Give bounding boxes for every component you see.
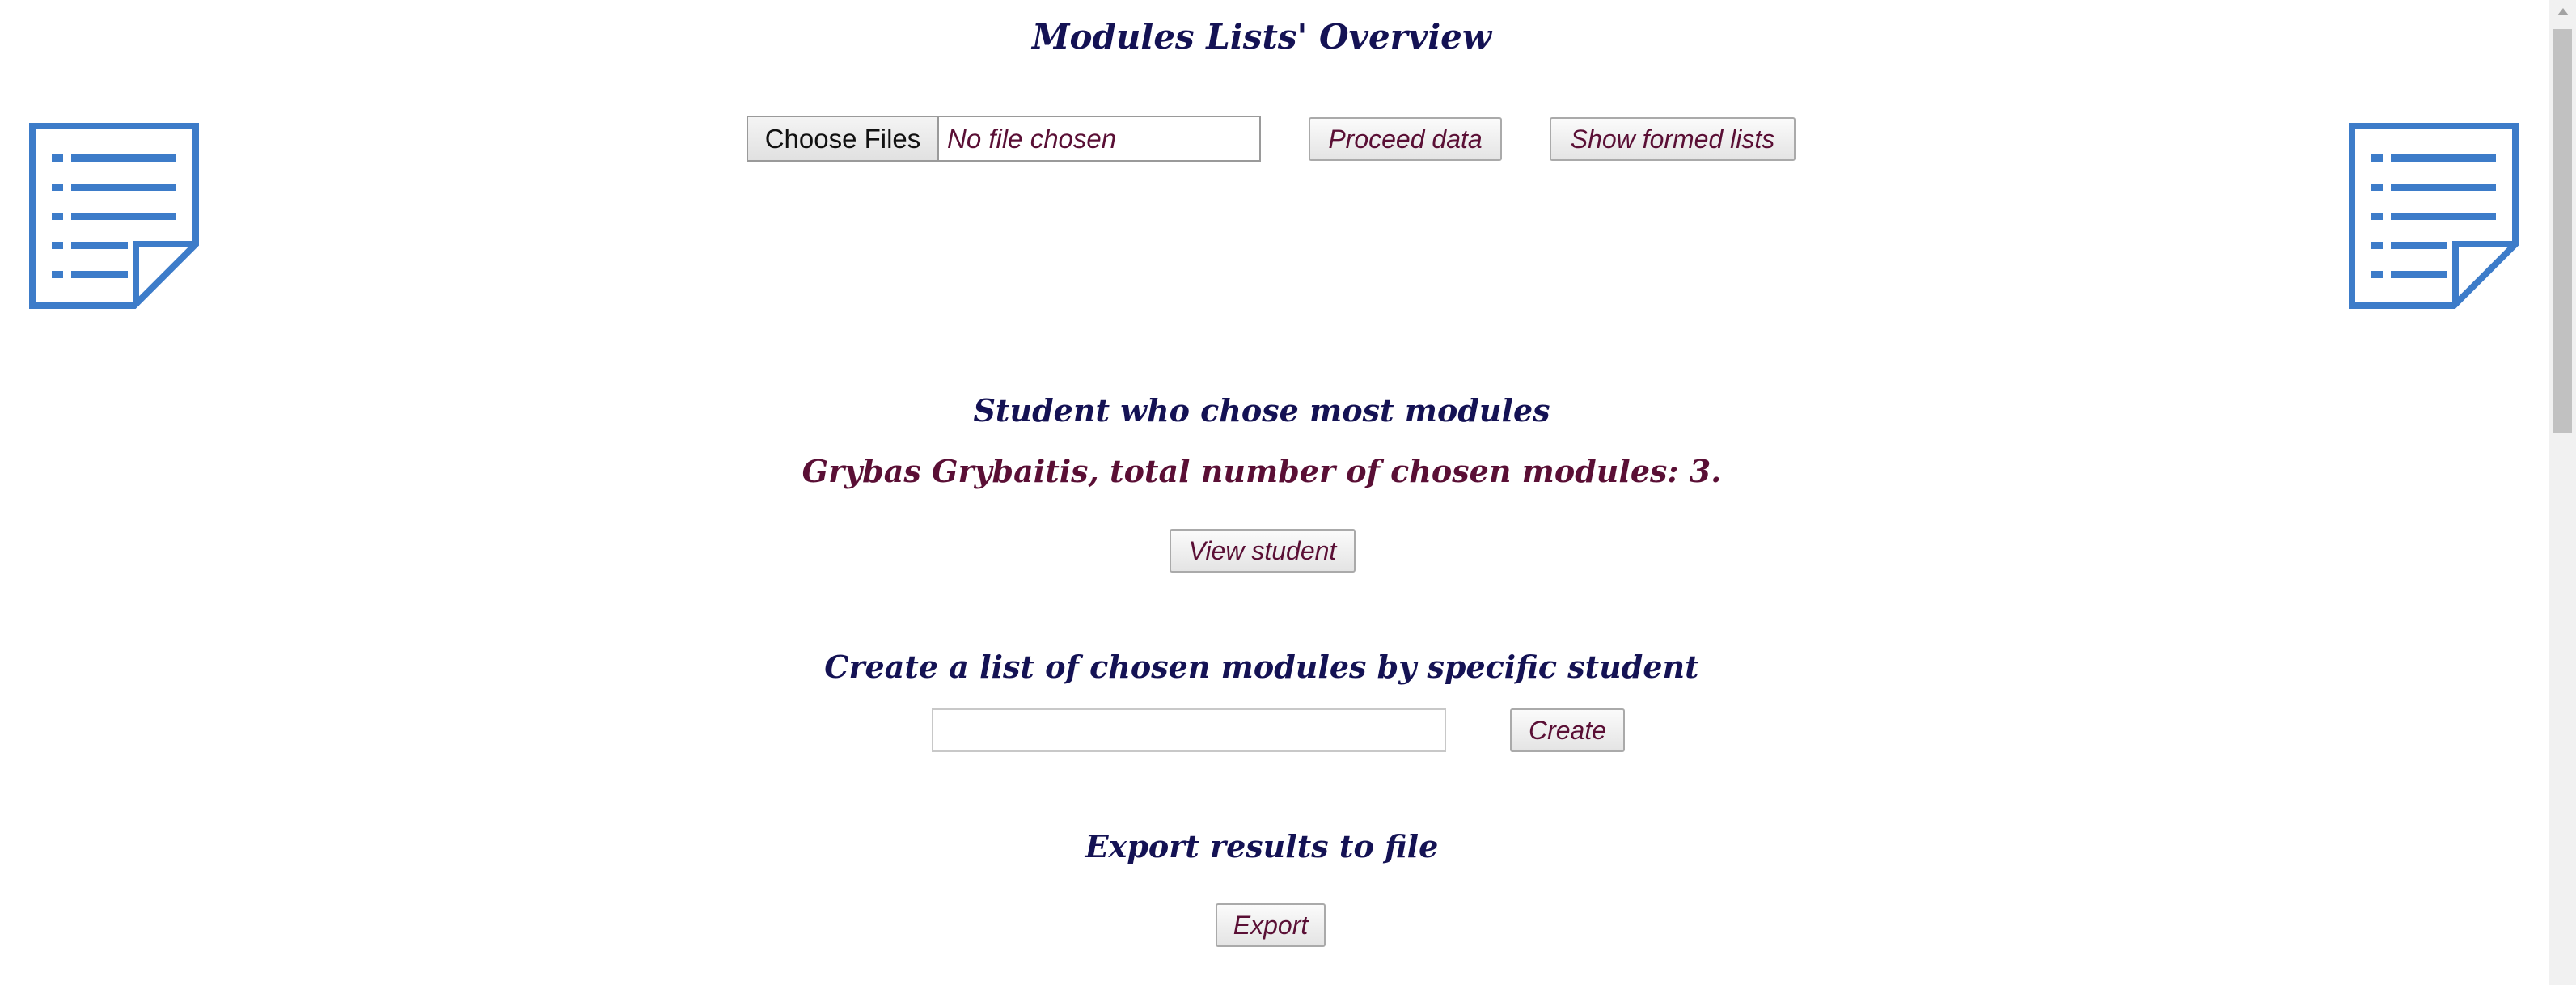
- document-list-icon: [29, 123, 199, 309]
- most-modules-result: Grybas Grybaitis, total number of chosen…: [802, 453, 1722, 489]
- file-status-text: No file chosen: [947, 124, 1117, 154]
- export-heading: Export results to file: [1085, 828, 1439, 865]
- document-list-icon: [2349, 123, 2519, 309]
- proceed-data-button[interactable]: Proceed data: [1309, 117, 1502, 161]
- view-student-button[interactable]: View student: [1170, 529, 1356, 573]
- student-name-input[interactable]: [932, 708, 1446, 752]
- scrollbar-thumb[interactable]: [2553, 29, 2572, 433]
- scroll-up-icon[interactable]: [2557, 8, 2569, 15]
- choose-files-button[interactable]: Choose Files: [748, 117, 939, 160]
- vertical-scrollbar[interactable]: [2549, 0, 2576, 985]
- file-upload-input[interactable]: Choose Files No file chosen: [747, 116, 1261, 162]
- create-button[interactable]: Create: [1510, 708, 1625, 752]
- create-list-heading: Create a list of chosen modules by speci…: [824, 649, 1699, 685]
- most-modules-heading: Student who chose most modules: [973, 392, 1550, 429]
- page-title: Modules Lists' Overview: [1031, 17, 1492, 57]
- show-formed-lists-button[interactable]: Show formed lists: [1550, 117, 1796, 161]
- export-button[interactable]: Export: [1216, 903, 1326, 947]
